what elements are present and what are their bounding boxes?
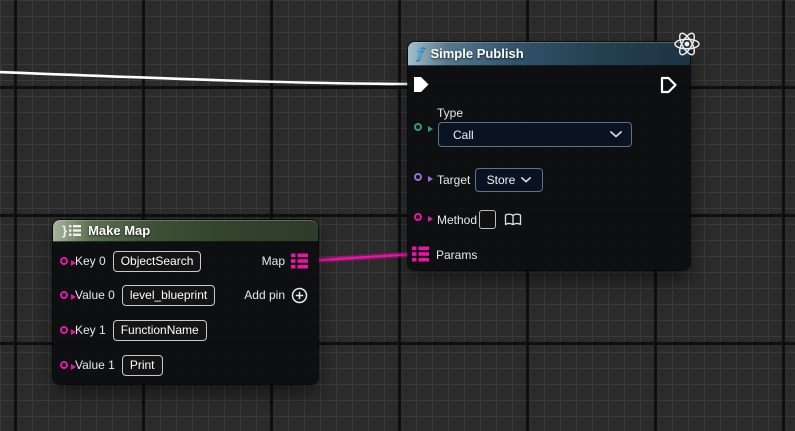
atom-icon [671, 30, 703, 58]
node-simple-publish[interactable]: f Simple Publish Type Call Target Store [408, 42, 690, 270]
circle-plus-icon[interactable] [291, 287, 308, 304]
map-container-icon: } [62, 224, 81, 237]
node-title: Simple Publish [430, 46, 523, 61]
value-1-label: Value 1 [75, 358, 115, 372]
value-0-label: Value 0 [75, 288, 115, 302]
node-header-simple-publish[interactable]: f Simple Publish [408, 42, 690, 66]
exec-out-pin[interactable] [660, 76, 678, 94]
key-0-pin[interactable] [60, 257, 68, 265]
type-dropdown[interactable]: Call [438, 122, 632, 147]
key-1-input[interactable]: FunctionName [113, 320, 207, 341]
target-dropdown[interactable]: Store [475, 168, 543, 192]
chevron-down-icon [521, 177, 531, 183]
add-pin-button[interactable]: Add pin [244, 284, 308, 306]
row-key-1: Key 1 FunctionName [60, 319, 310, 341]
chevron-down-icon [610, 131, 622, 138]
map-params-wire-glow [306, 254, 414, 261]
map-output-label: Map [262, 254, 285, 268]
row-value-0: Value 0 level_blueprint Add pin [60, 284, 310, 306]
params-map-pin[interactable] [412, 246, 429, 262]
node-make-map[interactable]: } Make Map Key 0 ObjectSearch Map [53, 220, 318, 384]
value-0-input[interactable]: level_blueprint [122, 285, 215, 306]
method-input[interactable] [479, 210, 496, 229]
type-label: Type [437, 106, 463, 120]
row-value-1: Value 1 Print [60, 354, 310, 376]
key-1-pin[interactable] [60, 326, 68, 334]
type-value: Call [448, 128, 474, 142]
method-label: Method [437, 213, 477, 227]
key-0-label: Key 0 [75, 254, 106, 268]
type-pin[interactable] [414, 123, 422, 131]
function-icon: f [417, 46, 423, 61]
key-1-label: Key 1 [75, 323, 106, 337]
node-title: Make Map [88, 223, 150, 238]
value-0-pin[interactable] [60, 291, 68, 299]
blueprint-graph[interactable]: f Simple Publish Type Call Target Store [0, 0, 795, 431]
add-pin-label: Add pin [244, 288, 285, 302]
target-pin[interactable] [414, 173, 422, 181]
row-key-0: Key 0 ObjectSearch Map [60, 250, 310, 272]
target-value: Store [487, 173, 516, 187]
node-header-make-map[interactable]: } Make Map [53, 220, 318, 242]
target-label: Target [437, 173, 470, 187]
value-1-pin[interactable] [60, 361, 68, 369]
value-1-input[interactable]: Print [122, 355, 163, 376]
exec-in-pin[interactable] [413, 76, 430, 93]
key-0-input[interactable]: ObjectSearch [113, 251, 202, 272]
map-output-pin[interactable] [291, 253, 308, 269]
map-params-wire[interactable] [306, 254, 414, 261]
exec-wire[interactable] [0, 72, 416, 84]
method-pin[interactable] [414, 213, 422, 221]
book-icon[interactable] [504, 213, 522, 226]
params-label: Params [436, 248, 477, 262]
